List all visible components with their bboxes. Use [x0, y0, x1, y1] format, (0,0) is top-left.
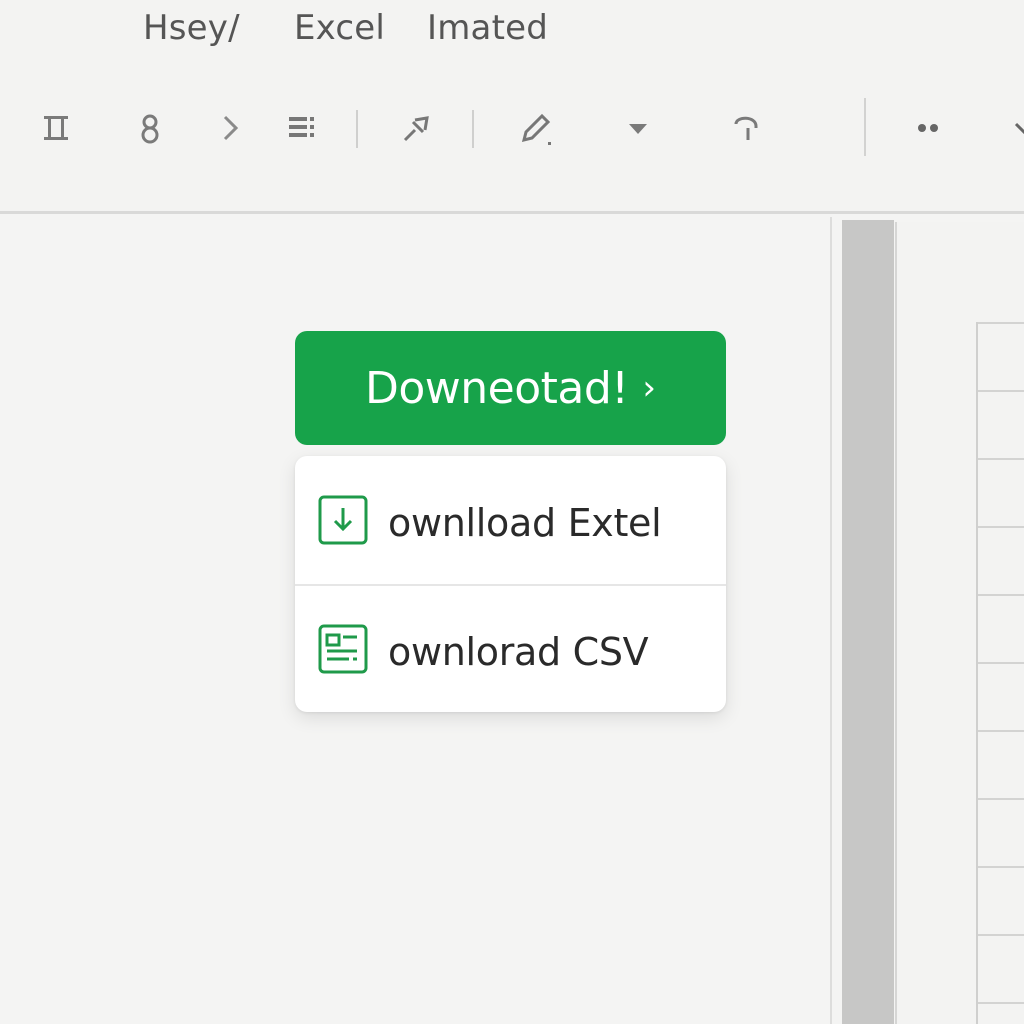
dropdown-caret-icon[interactable] [614, 104, 662, 152]
grid-row [978, 390, 1024, 392]
menu-item-download-csv[interactable]: ownlorad CSV [295, 585, 726, 712]
download-button[interactable]: Downeotad! › [295, 331, 726, 445]
columns-icon[interactable] [32, 104, 80, 152]
vertical-scrollbar[interactable] [842, 220, 894, 1024]
pin-icon[interactable] [393, 104, 441, 152]
expand-caret-icon[interactable] [996, 104, 1024, 152]
grid-row [978, 866, 1024, 868]
menu-item-label: ownlload Extel [388, 501, 662, 545]
menu-item-label: ownlorad CSV [388, 630, 649, 674]
grid-row [978, 730, 1024, 732]
menu-item-download-excel[interactable]: ownlload Extel [295, 456, 726, 584]
more-icon[interactable] [904, 104, 952, 152]
toolbar-divider [472, 110, 474, 148]
user-icon[interactable] [126, 104, 174, 152]
grid-row [978, 798, 1024, 800]
chevron-right-icon[interactable] [206, 104, 254, 152]
grid-row [978, 934, 1024, 936]
tab-hsey[interactable]: Hsey/ [143, 8, 240, 48]
grid-row [978, 662, 1024, 664]
chevron-right-icon: › [642, 368, 657, 408]
tab-excel[interactable]: Excel [294, 8, 385, 48]
csv-file-icon [317, 623, 369, 675]
app-window: Hsey/ Excel Imated Downeotad! › ownlload… [0, 0, 1024, 1024]
pencil-icon[interactable] [512, 104, 560, 152]
download-icon [317, 494, 369, 546]
sheet-grid [976, 322, 1024, 1024]
toolbar-divider [356, 110, 358, 148]
toolbar-divider [864, 98, 866, 156]
download-menu: ownlload Extel ownlorad CSV [295, 456, 726, 712]
tab-imated[interactable]: Imated [427, 8, 548, 48]
grid-row [978, 322, 1024, 324]
grid-row [978, 594, 1024, 596]
grid-row [978, 1002, 1024, 1004]
list-grid-icon[interactable] [277, 104, 325, 152]
grid-row [978, 526, 1024, 528]
redo-hook-icon[interactable] [722, 104, 770, 152]
download-button-label: Downeotad! [364, 362, 629, 414]
grid-row [978, 458, 1024, 460]
header-toolbar: Hsey/ Excel Imated [0, 0, 1024, 214]
